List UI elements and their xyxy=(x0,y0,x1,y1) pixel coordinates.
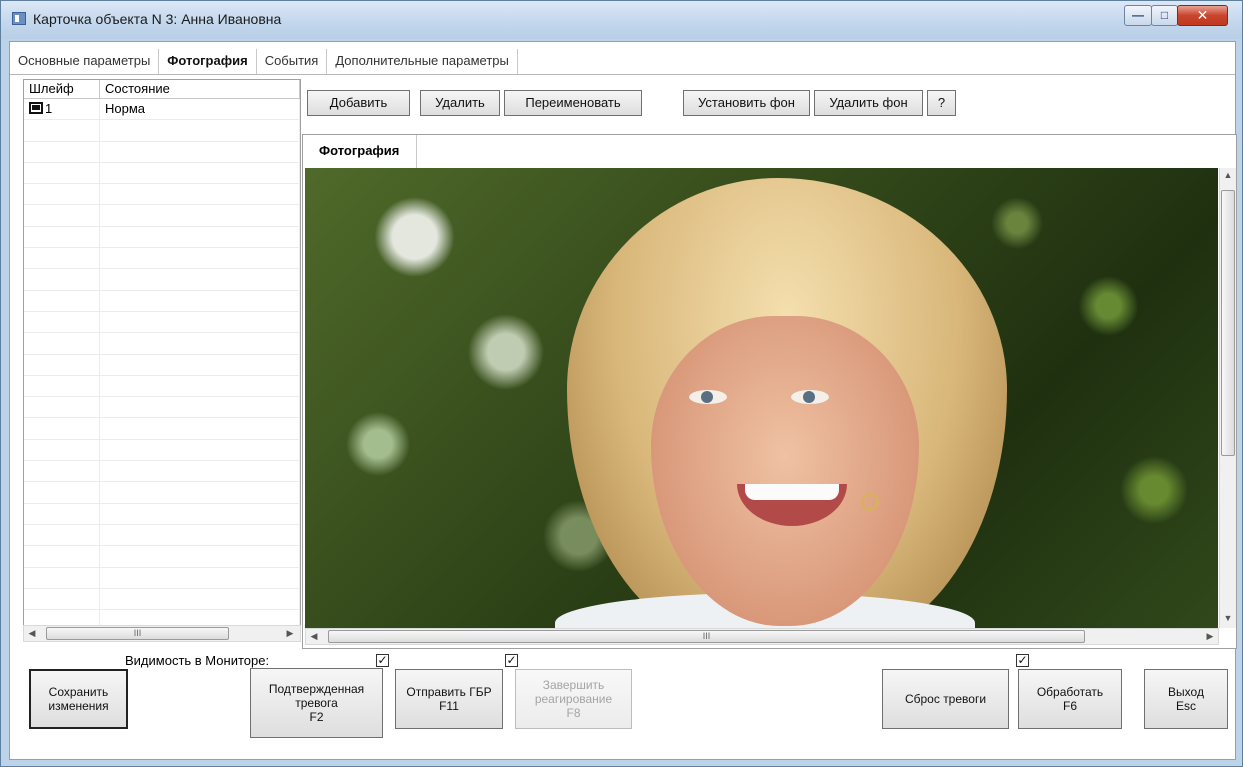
scrollbar-thumb[interactable]: III xyxy=(46,627,229,640)
tab-events[interactable]: События xyxy=(256,49,328,74)
delete-button[interactable]: Удалить xyxy=(420,90,500,116)
list-header: Шлейф Состояние xyxy=(24,80,300,99)
empty-row xyxy=(24,588,300,611)
rename-button[interactable]: Переименовать xyxy=(504,90,642,116)
empty-row xyxy=(24,397,300,419)
photo-eye-right xyxy=(791,390,829,404)
tab-bar: Основные параметры Фотография События До… xyxy=(10,49,1235,75)
empty-row xyxy=(24,567,300,589)
loop-list[interactable]: Шлейф Состояние 1 Норма xyxy=(23,79,301,634)
empty-row xyxy=(24,418,300,440)
app-icon xyxy=(12,12,26,25)
exit-button[interactable]: Выход Esc xyxy=(1144,669,1228,729)
photo-tab[interactable]: Фотография xyxy=(304,135,417,168)
send-gbr-visibility-checkbox[interactable]: ✓ xyxy=(505,654,518,667)
set-background-button[interactable]: Установить фон xyxy=(683,90,810,116)
empty-row xyxy=(24,269,300,291)
delete-background-button[interactable]: Удалить фон xyxy=(814,90,923,116)
client-area: Основные параметры Фотография События До… xyxy=(9,41,1237,760)
scrollbar-thumb[interactable]: III xyxy=(328,630,1085,643)
save-changes-button[interactable]: Сохранить изменения xyxy=(29,669,128,729)
loop-number: 1 xyxy=(45,101,53,116)
empty-row xyxy=(24,162,300,185)
empty-row xyxy=(24,546,300,568)
maximize-icon: □ xyxy=(1160,8,1169,22)
empty-row xyxy=(24,439,300,462)
scroll-up-arrow-icon[interactable]: ▲ xyxy=(1220,168,1236,183)
send-gbr-button[interactable]: Отправить ГБР F11 xyxy=(395,669,503,729)
tab-photo[interactable]: Фотография xyxy=(159,49,257,74)
empty-row xyxy=(24,311,300,334)
loop-cell: 1 xyxy=(24,99,100,120)
scroll-left-arrow-icon[interactable]: ◀ xyxy=(24,626,40,641)
process-button[interactable]: Обработать F6 xyxy=(1018,669,1122,729)
window-title: Карточка объекта N 3: Анна Ивановна xyxy=(33,11,282,27)
monitor-icon xyxy=(29,102,43,114)
empty-row xyxy=(24,333,300,355)
empty-row xyxy=(24,141,300,163)
empty-row xyxy=(24,290,300,312)
confirmed-alarm-visibility-checkbox[interactable]: ✓ xyxy=(376,654,389,667)
column-header-state[interactable]: Состояние xyxy=(100,80,300,98)
scroll-right-arrow-icon[interactable]: ▶ xyxy=(1202,629,1218,644)
scroll-right-arrow-icon[interactable]: ▶ xyxy=(282,626,298,641)
close-icon: ✕ xyxy=(1196,7,1209,23)
empty-row xyxy=(24,184,300,206)
process-visibility-checkbox[interactable]: ✓ xyxy=(1016,654,1029,667)
finish-response-button[interactable]: Завершить реагирование F8 xyxy=(515,669,632,729)
list-row[interactable]: 1 Норма xyxy=(24,99,300,121)
photo-earring xyxy=(861,493,879,511)
list-horizontal-scrollbar[interactable]: ◀ III ▶ xyxy=(23,625,301,642)
vertical-scrollbar-thumb[interactable] xyxy=(1221,190,1235,456)
tab-extra-params[interactable]: Дополнительные параметры xyxy=(327,49,518,74)
empty-row xyxy=(24,248,300,270)
empty-row xyxy=(24,120,300,142)
empty-row xyxy=(24,503,300,525)
confirmed-alarm-button[interactable]: Подтвержденная тревога F2 xyxy=(250,668,383,738)
reset-alarm-button[interactable]: Сброс тревоги xyxy=(882,669,1009,729)
photo-panel: Фотография ▲ ▼ ◀ III ▶ xyxy=(302,134,1237,649)
maximize-button[interactable]: □ xyxy=(1151,5,1178,26)
scroll-down-arrow-icon[interactable]: ▼ xyxy=(1220,611,1236,626)
add-button[interactable]: Добавить xyxy=(307,90,410,116)
minimize-button[interactable]: — xyxy=(1124,5,1152,26)
window: Карточка объекта N 3: Анна Ивановна — □ … xyxy=(0,0,1243,767)
photo-eye-left xyxy=(689,390,727,404)
empty-row xyxy=(24,461,300,483)
person-photo xyxy=(305,168,1218,628)
empty-row xyxy=(24,375,300,398)
photo-vertical-scrollbar[interactable]: ▲ ▼ xyxy=(1219,168,1236,628)
close-button[interactable]: ✕ xyxy=(1177,5,1228,26)
tab-main-params[interactable]: Основные параметры xyxy=(10,49,160,74)
empty-row xyxy=(24,482,300,504)
empty-row xyxy=(24,524,300,547)
column-header-loop[interactable]: Шлейф xyxy=(24,80,100,98)
visibility-label: Видимость в Мониторе: xyxy=(125,653,270,668)
state-cell: Норма xyxy=(100,99,300,120)
empty-row xyxy=(24,226,300,249)
help-button[interactable]: ? xyxy=(927,90,956,116)
scroll-left-arrow-icon[interactable]: ◀ xyxy=(306,629,322,644)
photo-horizontal-scrollbar[interactable]: ◀ III ▶ xyxy=(305,628,1219,645)
minimize-icon: — xyxy=(1132,8,1144,22)
title-bar[interactable]: Карточка объекта N 3: Анна Ивановна — □ … xyxy=(1,1,1242,39)
empty-row xyxy=(24,205,300,227)
empty-row xyxy=(24,354,300,376)
